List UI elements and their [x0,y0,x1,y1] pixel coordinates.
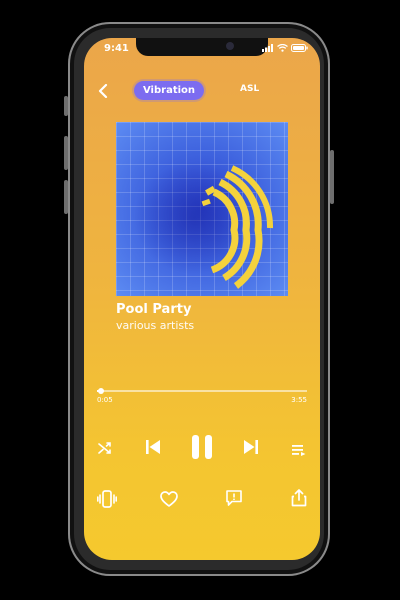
song-title: Pool Party [116,302,192,317]
side-button-volume-down [64,180,68,214]
vibrate-icon [97,490,117,508]
back-button[interactable] [98,82,108,103]
like-button[interactable] [160,491,178,511]
chevron-left-icon [98,83,108,99]
queue-button[interactable] [292,441,306,460]
battery-icon [291,44,308,52]
front-camera [226,42,234,50]
lyrics-button[interactable] [225,489,243,511]
queue-icon [292,445,306,456]
elapsed-time: 0:05 [97,396,113,404]
lyrics-icon [226,490,242,506]
shuffle-button[interactable] [98,440,112,459]
shuffle-icon [98,442,111,454]
heart-icon [160,491,178,507]
progress-knob[interactable] [98,388,105,394]
skip-previous-icon [146,440,160,454]
total-duration: 3:55 [291,396,307,404]
pause-icon [192,435,212,459]
notch [136,38,268,56]
side-button-volume-up [64,136,68,170]
album-art [116,122,288,296]
progress-bar[interactable] [97,388,307,394]
tab-vibration[interactable]: Vibration [134,81,204,100]
signal-icon [262,44,273,52]
previous-button[interactable] [144,438,162,460]
share-button[interactable] [291,489,307,511]
next-button[interactable] [242,438,260,460]
app-screen: 9:41 Vibration ASL Pool Party various ar… [84,38,320,560]
wifi-icon [277,44,288,52]
vibrate-button[interactable] [97,490,117,512]
tab-asl[interactable]: ASL [240,84,259,94]
side-button-silent [64,96,68,116]
album-art-sun-graphic [134,162,274,289]
song-artist: various artists [116,319,195,332]
pause-button[interactable] [190,434,214,464]
skip-next-icon [244,440,258,454]
share-icon [291,489,307,507]
status-time: 9:41 [104,43,129,54]
status-icons [262,44,308,52]
side-button-power [330,150,334,204]
